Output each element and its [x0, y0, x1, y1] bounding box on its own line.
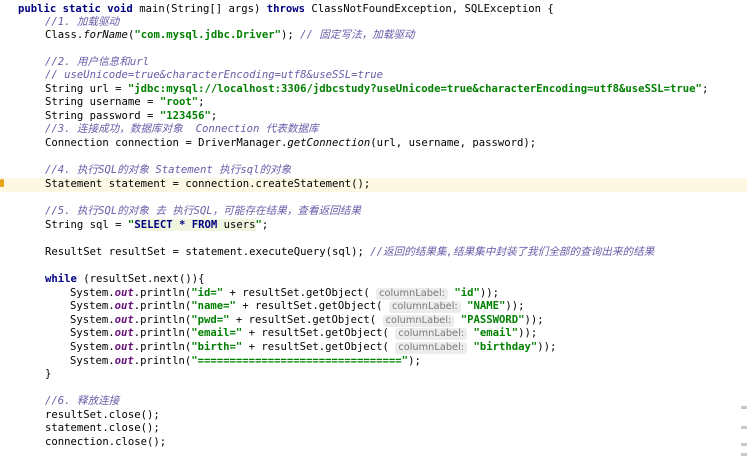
scrollbar-marker[interactable]	[741, 453, 747, 456]
intention-bulb-icon[interactable]	[0, 179, 4, 187]
scrollbar-marker[interactable]	[741, 443, 747, 446]
code-line-main: public static void main(String[] args) t…	[18, 3, 554, 15]
code-line-while: while (resultSet.next()){	[45, 273, 205, 285]
code-line-resultset: ResultSet resultSet = statement.executeQ…	[45, 246, 655, 258]
comment-url-params: // useUnicode=true&characterEncoding=utf…	[45, 69, 384, 81]
code-line-username: String username = "root";	[45, 96, 205, 108]
comment-execute-sql: //5. 执行SQL的对象 去 执行SQL，可能存在结果，查看返回结果	[45, 205, 361, 217]
param-hint: columnLabel:	[376, 288, 448, 300]
code-editor[interactable]: public static void main(String[] args) t…	[0, 0, 747, 462]
code-line-println-separator: System.out.println("====================…	[70, 355, 421, 367]
comment-statement: //4. 执行SQL的对象 Statement 执行sql的对象	[45, 164, 292, 176]
param-hint: columnLabel:	[395, 328, 468, 340]
code-line-close-brace: }	[45, 368, 52, 380]
comment-load-driver: //1. 加载驱动	[45, 16, 120, 28]
code-line-url: String url = "jdbc:mysql://localhost:330…	[45, 83, 709, 95]
param-hint: columnLabel:	[382, 315, 455, 327]
param-hint: columnLabel:	[395, 342, 468, 354]
code-line-println-email: System.out.println("email=" + resultSet.…	[70, 327, 538, 340]
code-line-rs-close: resultSet.close();	[45, 409, 160, 421]
code-line-sql: String sql = "SELECT * FROM users";	[45, 219, 269, 231]
scrollbar-marker[interactable]	[741, 406, 747, 409]
code-line-println-id: System.out.println("id=" + resultSet.get…	[70, 287, 500, 300]
comment-user-info: //2. 用户信息和url	[45, 56, 149, 68]
param-hint: columnLabel:	[388, 301, 461, 313]
code-line-password: String password = "123456";	[45, 110, 218, 122]
code-line-statement: Statement statement = connection.createS…	[0, 178, 747, 192]
code-line-conn-close: connection.close();	[45, 436, 167, 448]
code-line-println-birth: System.out.println("birth=" + resultSet.…	[70, 341, 557, 354]
code-line-println-name: System.out.println("name=" + resultSet.g…	[70, 300, 525, 313]
code-line-println-pwd: System.out.println("pwd=" + resultSet.ge…	[70, 314, 544, 327]
comment-connection: //3. 连接成功，数据库对象 Connection 代表数据库	[45, 123, 319, 135]
code-line-load-driver: Class.forName("com.mysql.jdbc.Driver"); …	[45, 29, 415, 41]
code-line-st-close: statement.close();	[45, 422, 160, 434]
scrollbar-marker[interactable]	[741, 426, 747, 429]
code-line-connection: Connection connection = DriverManager.ge…	[45, 137, 537, 149]
comment-release: //6. 释放连接	[45, 395, 120, 407]
